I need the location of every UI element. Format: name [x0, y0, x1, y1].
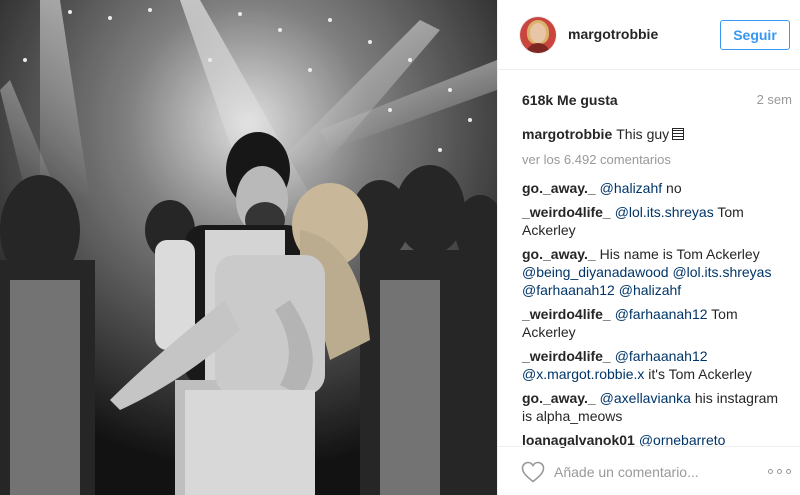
comment-text: it's Tom Ackerley	[644, 366, 752, 382]
mention-link[interactable]: @lol.its.shreyas	[615, 204, 714, 220]
comment-item: go._away._ @axellavianka his instagram is…	[522, 389, 790, 425]
mention-link[interactable]: @x.margot.robbie.x	[522, 366, 644, 382]
mention-link[interactable]: @farhaanah12	[522, 282, 615, 298]
more-options-icon[interactable]	[768, 469, 792, 475]
comment-username[interactable]: _weirdo4life_	[522, 348, 611, 364]
comment-username[interactable]: _weirdo4life_	[522, 306, 611, 322]
heart-icon[interactable]	[521, 461, 545, 483]
comment-text: no	[662, 180, 682, 196]
post-footer	[498, 446, 800, 495]
mention-link[interactable]: @farhaanah12	[615, 306, 708, 322]
comment-container: go._away._ @halizahf no _weirdo4life_ @lol.…	[522, 179, 790, 449]
mention-link[interactable]: @being_diyanadawood	[522, 264, 669, 280]
post-side-panel: margotrobbie Seguir 618k Me gusta 2 sem …	[497, 0, 800, 495]
caption-text: This guy	[616, 126, 670, 142]
mention-link[interactable]: @halizahf	[619, 282, 681, 298]
mention-link[interactable]: @lol.its.shreyas	[672, 264, 771, 280]
comment-item: _weirdo4life_ @farhaanah12 Tom Ackerley	[522, 305, 790, 341]
caption: margotrobbie This guy	[522, 125, 790, 143]
mention-link[interactable]: @halizahf	[600, 180, 662, 196]
photo-image	[0, 0, 497, 495]
mention-link[interactable]: @farhaanah12	[615, 348, 708, 364]
view-all-comments-link[interactable]: ver los 6.492 comentarios	[522, 151, 790, 169]
comment-username[interactable]: go._away._	[522, 246, 596, 262]
comment-username[interactable]: go._away._	[522, 180, 596, 196]
add-comment-input[interactable]	[554, 462, 744, 482]
mention-link[interactable]: @axellavianka	[600, 390, 691, 406]
comment-item: go._away._ @halizahf no	[522, 179, 790, 197]
post-username[interactable]: margotrobbie	[568, 26, 658, 42]
likes-count[interactable]: 618k Me gusta	[522, 92, 618, 108]
caption-username[interactable]: margotrobbie	[522, 126, 612, 142]
comments-list: margotrobbie This guy ver los 6.492 comen…	[522, 125, 790, 455]
post-photo[interactable]	[0, 0, 497, 495]
comment-item: _weirdo4life_ @lol.its.shreyas Tom Ackerl…	[522, 203, 790, 239]
avatar[interactable]	[520, 17, 556, 53]
comment-username[interactable]: go._away._	[522, 390, 596, 406]
comment-item: go._away._ His name is Tom Ackerley @bein…	[522, 245, 790, 299]
comment-item: _weirdo4life_ @farhaanah12 @x.margot.robb…	[522, 347, 790, 383]
likes-row: 618k Me gusta 2 sem	[522, 92, 792, 110]
comment-text: His name is Tom Ackerley	[599, 246, 760, 262]
post-header: margotrobbie Seguir	[498, 0, 800, 70]
follow-button[interactable]: Seguir	[720, 20, 790, 50]
post-time[interactable]: 2 sem	[757, 92, 792, 107]
comment-username[interactable]: _weirdo4life_	[522, 204, 611, 220]
emoji-icon	[672, 128, 685, 140]
